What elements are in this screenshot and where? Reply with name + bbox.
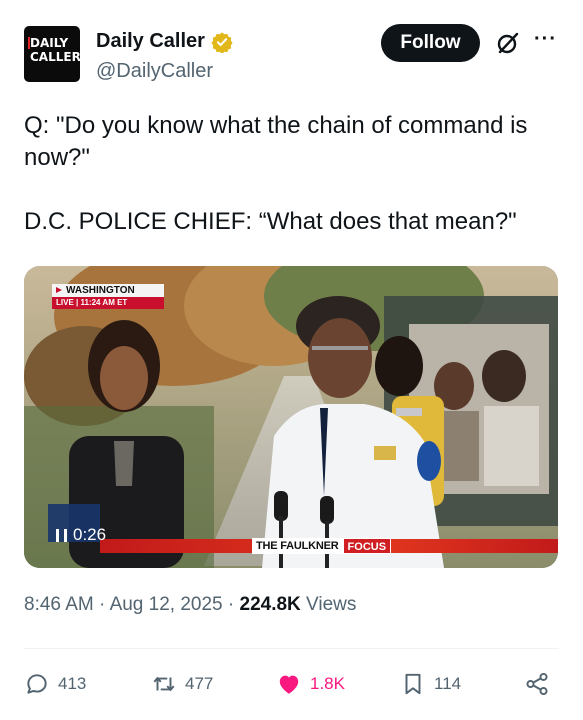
share-button[interactable] [524, 668, 550, 700]
tweet-actions: 413 477 1.8K 114 [24, 668, 559, 700]
author-name[interactable]: Daily Caller [96, 30, 205, 53]
share-icon [526, 672, 548, 696]
tweet-line: Q: "Do you know what the chain of comman… [24, 112, 535, 171]
repost-button[interactable]: 477 [151, 668, 213, 700]
reply-count: 413 [58, 674, 87, 693]
repost-count: 477 [185, 674, 214, 693]
logo-line1: DAILY [30, 36, 69, 50]
bookmark-count: 114 [434, 674, 462, 693]
grok-icon[interactable] [495, 30, 521, 56]
logo-accent [28, 37, 30, 49]
like-button[interactable]: 1.8K [276, 668, 345, 700]
daily-caller-avatar[interactable]: DAILY CALLER [24, 26, 80, 82]
views-label: Views [300, 594, 357, 615]
video-player[interactable]: WASHINGTON LIVE | 11:24 AM ET THE FAULKN… [24, 266, 558, 568]
tweet-time[interactable]: 8:46 AM [24, 594, 94, 615]
video-timer[interactable]: 0:26 [50, 522, 112, 548]
reply-button[interactable]: 413 [24, 668, 86, 700]
verified-badge-icon [211, 31, 233, 53]
tweet-line: D.C. POLICE CHIEF: “What does that mean?… [24, 208, 517, 235]
follow-button[interactable]: Follow [381, 24, 480, 62]
author-handle[interactable]: @DailyCaller [96, 60, 213, 83]
tweet-meta: 8:46 AM · Aug 12, 2025 · 224.8K Views [24, 594, 356, 616]
reply-icon [27, 674, 47, 694]
meta-separator: · [222, 594, 240, 615]
tweet-header: DAILY CALLER Daily Caller @DailyCaller F… [24, 24, 559, 83]
author-name-row[interactable]: Daily Caller [96, 30, 233, 53]
heart-icon [279, 675, 299, 694]
meta-separator: · [93, 594, 110, 615]
tweet-date[interactable]: Aug 12, 2025 [110, 594, 223, 615]
show-title-banner: THE FAULKNER FOCUS [252, 536, 392, 556]
views-count: 224.8K [239, 594, 301, 615]
location-label: WASHINGTON [52, 284, 164, 297]
like-count: 1.8K [310, 674, 345, 693]
show-tag: FOCUS [342, 538, 392, 554]
divider [24, 648, 559, 649]
bookmark-button[interactable]: 114 [400, 668, 461, 700]
live-time-label: LIVE | 11:24 AM ET [52, 297, 164, 309]
show-name: THE FAULKNER [252, 538, 343, 554]
location-banner: WASHINGTON LIVE | 11:24 AM ET [52, 284, 164, 309]
repost-icon [153, 677, 175, 691]
elapsed-time: 0:26 [73, 525, 107, 544]
bookmark-icon [405, 673, 421, 695]
logo-line2: CALLER [30, 50, 80, 64]
pause-icon[interactable] [56, 528, 67, 542]
tweet-text: Q: "Do you know what the chain of comman… [24, 110, 554, 238]
more-options-button[interactable]: ··· [534, 28, 557, 51]
